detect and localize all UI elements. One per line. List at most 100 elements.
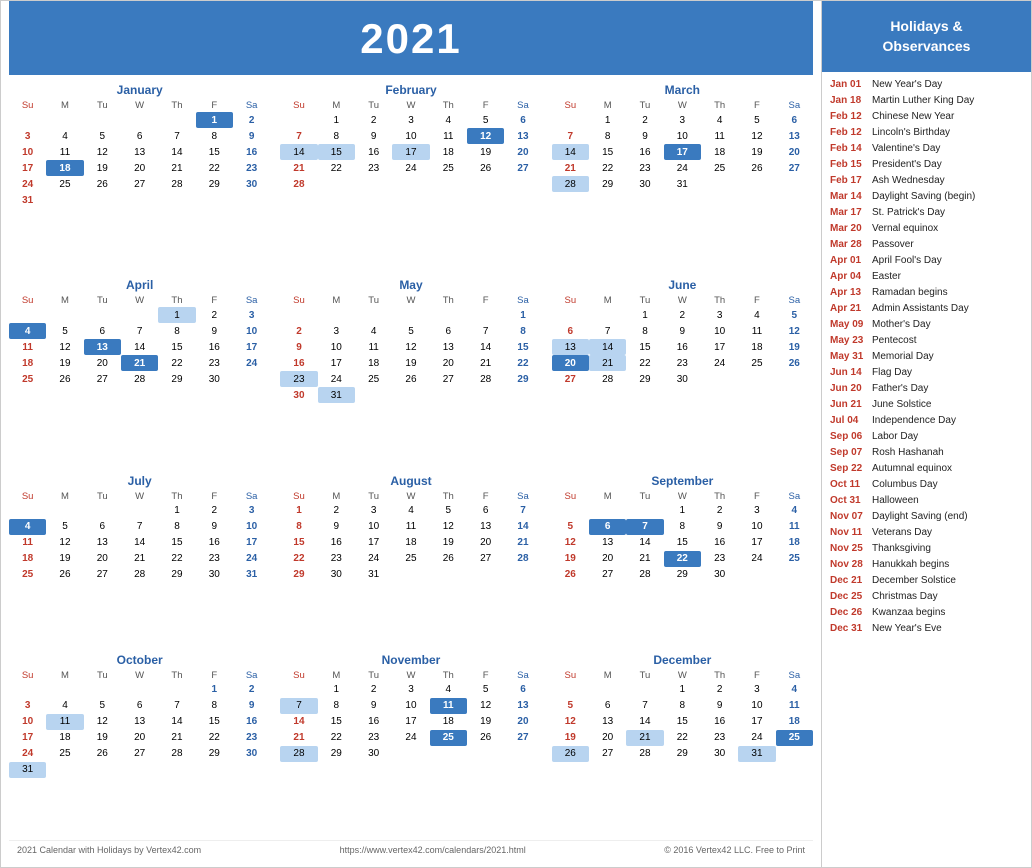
calendar-day: 4 [776,682,813,698]
calendar-day: 5 [84,698,121,714]
holiday-name: Hanukkah begins [872,558,949,572]
calendar-day: 13 [467,519,504,535]
day-header: W [664,490,701,503]
calendar-day: 30 [701,567,738,583]
calendar-day: 8 [196,128,233,144]
calendar-day: 18 [46,730,83,746]
holiday-name: Ramadan begins [872,286,948,300]
day-header: Sa [233,294,270,307]
day-header: M [589,294,626,307]
calendar-day: 3 [392,682,429,698]
calendar-day: 5 [467,682,504,698]
holiday-date: Dec 26 [830,606,872,620]
right-panel: Holidays &Observances Jan 01New Year's D… [821,1,1031,867]
calendar-day [701,371,738,387]
day-header: Th [701,490,738,503]
calendar-day: 26 [46,567,83,583]
calendar-day: 1 [158,307,195,323]
calendar-day: 17 [233,339,270,355]
calendar-day: 7 [121,519,158,535]
calendar-day [158,762,195,778]
calendar-day: 13 [589,714,626,730]
calendar-day: 18 [9,551,46,567]
calendar-day: 1 [664,682,701,698]
holiday-name: Daylight Saving (end) [872,510,968,524]
calendar-day: 6 [504,682,541,698]
calendar-day: 24 [9,176,46,192]
day-header: F [738,294,775,307]
list-item: Mar 17St. Patrick's Day [830,206,1023,220]
calendar-day: 18 [701,144,738,160]
calendar-day: 27 [84,371,121,387]
calendar-day: 9 [701,698,738,714]
left-panel: 2021 JanuarySuMTuWThFSa12345678910111213… [1,1,821,867]
calendar-day [738,176,775,192]
calendar-day: 19 [552,551,589,567]
calendar-day: 21 [158,730,195,746]
calendar-day: 16 [355,144,392,160]
list-item: May 09Mother's Day [830,318,1023,332]
day-header: Th [430,99,467,112]
calendar-day: 8 [196,698,233,714]
calendar-day: 10 [664,128,701,144]
calendar-day: 10 [738,519,775,535]
day-header: F [738,99,775,112]
calendar-table: SuMTuWThFSa12345678910111213141516171819… [280,294,541,403]
calendar-day [504,176,541,192]
calendar-day: 5 [738,112,775,128]
day-header: Tu [355,669,392,682]
calendar-day: 5 [392,323,429,339]
calendar-day: 1 [318,112,355,128]
day-header: Su [280,490,317,503]
day-header: Sa [233,490,270,503]
calendar-day: 22 [626,355,663,371]
month-name: January [9,83,270,97]
day-header: Su [9,99,46,112]
calendar-day [121,112,158,128]
calendar-day: 2 [318,503,355,519]
calendar-day [121,307,158,323]
calendar-day: 24 [392,730,429,746]
calendar-day: 1 [664,503,701,519]
calendar-day: 11 [9,339,46,355]
calendar-day [430,567,467,583]
calendar-day: 7 [467,323,504,339]
calendar-day: 27 [589,567,626,583]
calendar-day: 1 [626,307,663,323]
calendar-day: 17 [392,714,429,730]
calendar-day: 14 [121,535,158,551]
calendar-day: 9 [355,698,392,714]
calendar-day: 2 [701,503,738,519]
calendar-day [504,567,541,583]
day-header: Su [280,99,317,112]
month-name: March [552,83,813,97]
calendar-day: 3 [392,112,429,128]
holiday-date: Feb 12 [830,110,872,124]
calendar-day: 15 [318,144,355,160]
holidays-header: Holidays &Observances [822,1,1031,72]
holiday-name: Rosh Hashanah [872,446,944,460]
calendar-day: 30 [280,387,317,403]
day-header: Sa [504,99,541,112]
holiday-date: Apr 21 [830,302,872,316]
day-header: Su [280,294,317,307]
calendar-day: 1 [158,503,195,519]
day-header: Th [158,669,195,682]
calendar-day: 16 [701,714,738,730]
calendar-day: 1 [589,112,626,128]
calendar-day: 28 [121,371,158,387]
holiday-name: Lincoln's Birthday [872,126,950,140]
list-item: Dec 26Kwanzaa begins [830,606,1023,620]
calendar-day: 1 [196,682,233,698]
calendar-day: 9 [196,323,233,339]
day-header: F [467,490,504,503]
calendar-day [552,682,589,698]
calendar-day [430,387,467,403]
holiday-date: Sep 22 [830,462,872,476]
calendar-day [355,387,392,403]
calendar-day: 16 [664,339,701,355]
calendar-day: 6 [84,323,121,339]
calendar-day: 22 [664,551,701,567]
month-block: DecemberSuMTuWThFSa123456789101112131415… [552,653,813,840]
holiday-date: May 09 [830,318,872,332]
